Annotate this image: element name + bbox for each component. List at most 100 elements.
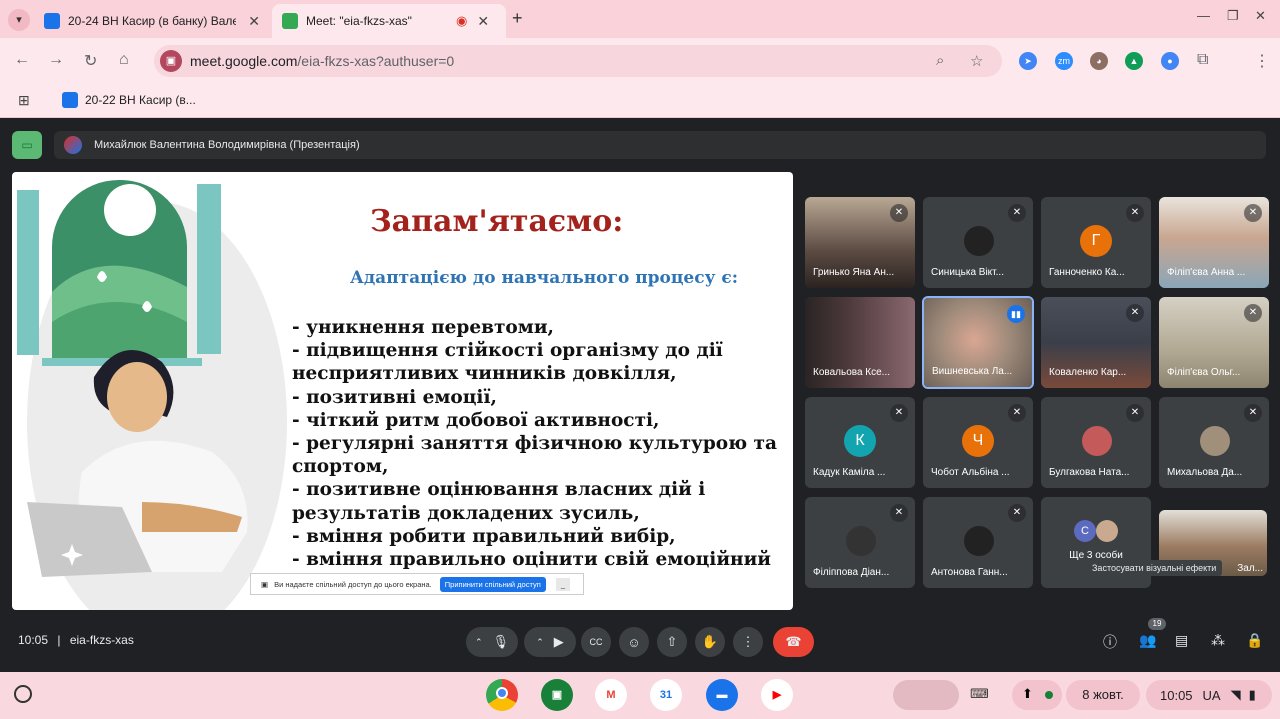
keyboard-icon[interactable]: ⌨ [970,686,989,702]
tab-search-dropdown[interactable]: ▾ [8,9,30,31]
share-notice-text: Ви надаєте спільний доступ до цього екра… [274,579,432,589]
address-bar[interactable]: ▣ meet.google.com/eia-fkzs-xas?authuser=… [154,45,1002,77]
participant-name: Михальова Да... [1167,467,1243,478]
participant-tile[interactable]: Ч ✕ Чобот Альбіна ... [923,397,1033,488]
calendar-day: 31 [659,689,673,701]
captions-button[interactable]: CC [581,627,611,657]
zoom-extension-icon[interactable]: zm [1055,52,1073,70]
zoom-search-icon[interactable]: ⌕ [936,52,944,69]
forward-icon[interactable]: → [48,51,64,69]
raise-hand-button[interactable]: ✋ [695,627,725,657]
participant-tile[interactable]: ✕ Булгакова Ната... [1041,397,1151,488]
hide-notice-button[interactable]: _ [555,577,570,591]
dot-extension-icon[interactable]: ● [1161,52,1179,70]
extension-send-icon[interactable]: ➤ [1019,52,1037,70]
close-tab-icon[interactable]: ✕ [248,13,260,30]
browser-tab-2-active[interactable]: Meet: "eia-fkzs-xas" ◉ ✕ [272,4,506,38]
minimize-window-icon[interactable]: — [1197,8,1210,23]
presentation-layout-icon[interactable]: ▭ [12,131,42,159]
owl-extension-icon[interactable]: ◕ [1090,52,1108,70]
activities-icon[interactable]: ⁂ [1211,632,1225,649]
close-tab-icon[interactable]: ✕ [477,13,489,30]
close-window-icon[interactable]: ✕ [1255,8,1266,24]
presenter-banner: Михайлюк Валентина Володимирівна (Презен… [54,131,1266,159]
home-icon[interactable]: ⌂ [119,51,129,69]
screen-sharing-notice: ▣ Ви надаєте спільний доступ до цього ек… [250,573,584,595]
participant-tile[interactable]: Ковальова Ксе... [805,297,915,388]
slide-subtitle: Адаптацією до навчального процесу є: [350,268,739,288]
participant-avatar [1096,520,1118,542]
tray-status-indicators[interactable]: ⬆ [1012,680,1062,710]
participant-tile[interactable]: ✕ Коваленко Кар... [1041,297,1151,388]
stop-sharing-button[interactable]: Припинити спільний доступ [439,576,546,592]
slide-line: - підвищення стійкості організму до дії [292,340,723,362]
video-options-chevron-icon[interactable]: ⌃ [536,637,544,648]
participant-tile[interactable]: ✕ Філіп'єва Ольг... [1159,297,1269,388]
participant-name: Філіп'єва Ольг... [1167,367,1241,378]
muted-mic-icon: ✕ [1244,304,1262,322]
participant-tile[interactable]: Г ✕ Ганноченко Ка... [1041,197,1151,288]
present-screen-button[interactable]: ⇧ [657,627,687,657]
participant-tile[interactable]: ✕ Михальова Да... [1159,397,1269,488]
participant-count-badge: 19 [1148,618,1166,630]
google-drive-extension-icon[interactable]: ▲ [1125,52,1143,70]
chat-icon[interactable]: ▤ [1175,632,1188,649]
slide-line: - позитивне оцінювання власних дій і [292,479,706,501]
muted-mic-icon: ✕ [1008,404,1026,422]
microphone-control[interactable]: ⌃ 🎙 [466,627,518,657]
calendar-app-icon[interactable]: 31 [650,679,682,711]
reload-icon[interactable]: ↻ [84,51,97,71]
url-text[interactable]: meet.google.com/eia-fkzs-xas?authuser=0 [190,53,454,69]
participant-tile[interactable]: ✕ Антонова Ганн... [923,497,1033,588]
participant-avatar [846,526,876,556]
tray-time: 10:05 [1160,687,1193,703]
classroom-app-icon[interactable]: ▣ [541,679,573,711]
hand-icon: ✋ [701,634,719,649]
participant-tile[interactable]: ✕ Філіппова Діан... [805,497,915,588]
more-options-button[interactable]: ⋮ [733,627,763,657]
holding-space-thumbnails[interactable] [893,680,959,710]
new-tab-button[interactable]: + [512,8,523,29]
host-controls-icon[interactable]: 🔒 [1246,632,1263,649]
site-info-icon[interactable]: ▣ [160,50,182,72]
youtube-app-icon[interactable]: ▶ [761,679,793,711]
back-icon[interactable]: ← [14,51,30,69]
audio-options-chevron-icon[interactable]: ⌃ [475,637,483,648]
slide-line: - позитивні емоції, [292,386,497,408]
participant-tile[interactable]: ✕ Філіп'єва Анна ... [1159,197,1269,288]
input-language: UA [1202,687,1221,703]
browser-tab-1[interactable]: 20-24 ВН Касир (в банку) Валентина ✕ [34,4,270,38]
camera-icon[interactable]: ▶ [554,634,564,650]
meeting-info-icon[interactable]: ⓘ [1103,632,1117,652]
participant-name: Коваленко Кар... [1049,367,1127,378]
files-app-icon[interactable]: ▬ [706,679,738,711]
upload-icon: ⬆ [1022,686,1033,701]
extensions-puzzle-icon[interactable]: ⧉ [1197,51,1208,69]
reactions-button[interactable]: ☺ [619,627,649,657]
leave-call-button[interactable]: ☎ [773,627,814,657]
participant-tile-speaking[interactable]: ▮▮ Вишневська Ла... [922,296,1034,389]
gmail-app-icon[interactable]: M [595,679,627,711]
microphone-icon[interactable]: 🎙 [493,634,510,650]
system-tray[interactable]: 10:05 UA ◥ ▮ [1146,680,1272,710]
people-icon[interactable]: 👥 [1139,632,1156,649]
participant-tile[interactable]: К ✕ Кадук Каміла ... [805,397,915,488]
muted-mic-icon: ✕ [1244,204,1262,222]
apps-grid-icon[interactable]: ⊞ [18,92,30,109]
launcher-icon[interactable] [14,685,32,703]
camera-control[interactable]: ⌃ ▶ [524,627,576,657]
url-path: /eia-fkzs-xas?authuser=0 [297,53,455,69]
participant-tile[interactable]: ✕ Гринько Яна Ан... [805,197,915,288]
restore-window-icon[interactable]: ❐ [1227,8,1239,24]
meeting-time: 10:05 [18,633,49,647]
chrome-app-icon[interactable] [486,679,518,711]
shared-screen: Запам'ятаємо: Адаптацією до навчального … [12,172,793,610]
bookmark-star-icon[interactable]: ☆ [970,52,983,70]
date-tray[interactable]: 8 жовт. [1066,680,1140,710]
muted-mic-icon: ✕ [1126,404,1144,422]
browser-menu-icon[interactable]: ⋮ [1254,51,1270,71]
url-host: meet.google.com [190,53,298,69]
slide-illustration [17,180,287,610]
participant-tile[interactable]: ✕ Синицька Вікт... [923,197,1033,288]
bookmark-item[interactable]: 20-22 ВН Касир (в... [62,92,196,108]
